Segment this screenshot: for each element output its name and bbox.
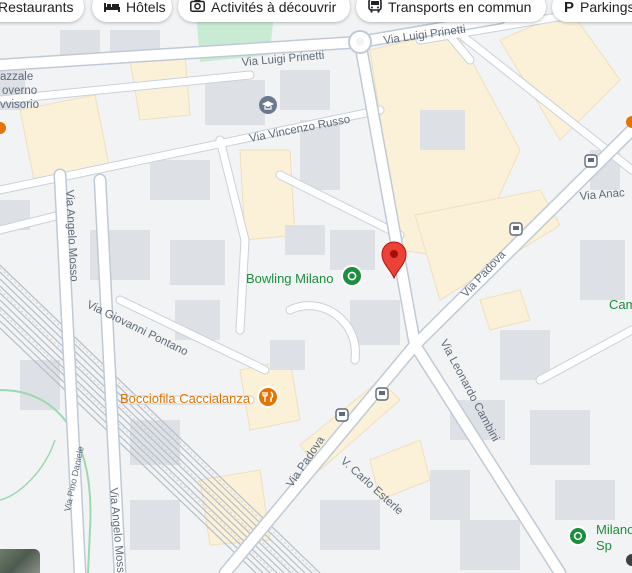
camera-icon	[190, 0, 205, 15]
leisure-pin-icon	[341, 265, 363, 287]
chip-parkings[interactable]: P Parkings	[552, 0, 632, 22]
graduation-cap-icon[interactable]	[259, 96, 277, 114]
bed-icon	[104, 0, 120, 15]
poi-label-camp: Cam	[609, 297, 632, 312]
bus-stop-icon[interactable]	[375, 387, 389, 401]
chip-label-restaurants: Restaurants	[0, 0, 74, 15]
chip-label-activities: Activités à découvrir	[211, 0, 337, 15]
poi-label-milano-sport-1: Milano	[596, 522, 632, 537]
leisure-pin-icon	[568, 526, 588, 546]
place-label-piazzale-1: azzale	[0, 71, 33, 83]
chip-activities[interactable]: Activités à découvrir	[178, 0, 350, 22]
satellite-layer-thumbnail[interactable]	[0, 549, 40, 573]
map-canvas[interactable]: Via Luigi Prinetti Via Luigi Prinetti Vi…	[0, 0, 632, 573]
chip-label-hotels: Hôtels	[126, 0, 166, 15]
bus-stop-icon[interactable]	[335, 408, 349, 422]
bus-icon	[368, 0, 382, 16]
chip-label-parkings: Parkings	[580, 0, 632, 15]
chip-transit[interactable]: Transports en commun	[356, 0, 546, 22]
place-label-piazzale-2: overno	[2, 85, 37, 97]
category-chips-bar: Restaurants Hôtels Activités à découvrir…	[0, 0, 632, 30]
place-label-piazzale-3: vvisorio	[0, 99, 39, 111]
poi-label-milano-sport-2: Sp	[596, 538, 612, 553]
chip-hotels[interactable]: Hôtels	[92, 0, 172, 22]
poi-label-bowling: Bowling Milano	[246, 271, 333, 286]
fork-knife-icon	[257, 386, 279, 408]
roundabout-center	[356, 38, 364, 46]
bus-stop-icon[interactable]	[509, 222, 523, 236]
parking-icon: P	[564, 0, 575, 16]
poi-label-bocciofila: Bocciofila Caccialanza	[120, 391, 251, 406]
chip-restaurants[interactable]: Restaurants	[0, 0, 84, 22]
bus-stop-icon[interactable]	[584, 154, 598, 168]
chip-label-transit: Transports en commun	[388, 0, 532, 15]
